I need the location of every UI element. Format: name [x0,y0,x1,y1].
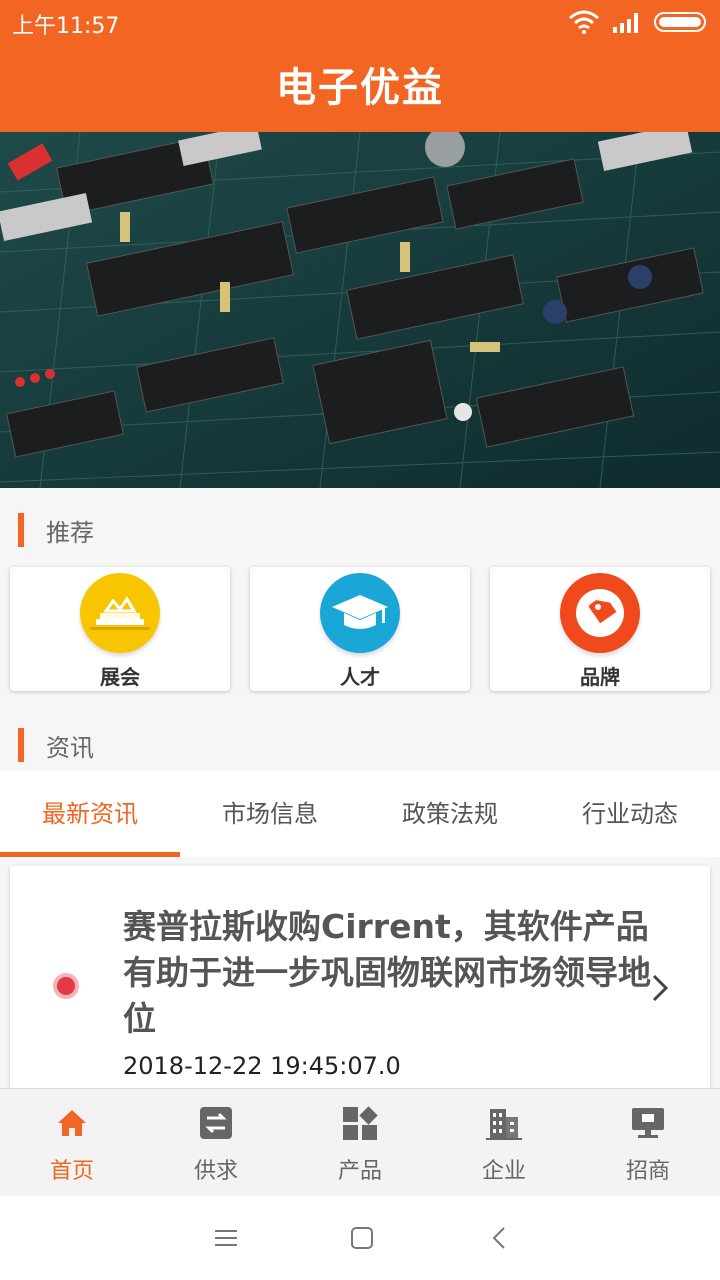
news-tabs: 最新资讯 市场信息 政策法规 行业动态 [0,771,720,857]
monitor-icon [632,1108,664,1138]
news-list-item[interactable]: 赛普拉斯收购Cirrent，其软件产品有助于进一步巩固物联网市场领导地位 201… [10,866,710,1096]
nav-investment-label: 招商 [625,1159,670,1184]
app-screen: 上午11:57 电子优益 推荐 展会 人才 品牌 资讯 最新资讯 市场信息 政策… [0,0,720,1280]
section-marker [18,728,24,762]
battery-icon [654,12,706,32]
bottom-nav: 首页 供求 产品 企业 招商 [0,1088,720,1196]
products-icon [343,1106,378,1140]
card-talent-label: 人才 [340,665,380,689]
tab-active-indicator [0,852,180,857]
chevron-right-icon [652,974,669,1002]
card-exhibition-label: 展会 [100,665,140,689]
section-news: 资讯 [0,712,720,772]
card-exhibition[interactable]: 展会 [10,567,230,691]
card-brand[interactable]: 品牌 [490,567,710,691]
app-title: 电子优益 [276,65,444,111]
news-time: 2018-12-22 19:45:07.0 [123,1052,401,1080]
nav-investment[interactable]: 招商 [576,1089,720,1197]
exhibition-icon [80,573,160,653]
tab-industry[interactable]: 行业动态 [540,771,720,857]
news-bullet-icon [53,973,79,999]
circuit-board-photo [0,132,720,488]
tag-icon [560,573,640,653]
signal-icon [613,13,638,33]
back-icon[interactable] [486,1224,514,1252]
banner-carousel[interactable] [0,132,720,488]
tab-latest[interactable]: 最新资讯 [0,771,180,857]
exchange-icon [200,1107,232,1139]
nav-home-label: 首页 [49,1159,94,1184]
status-time: 上午11:57 [12,14,120,39]
nav-company[interactable]: 企业 [432,1089,576,1197]
section-news-title: 资讯 [46,734,94,762]
news-headline: 赛普拉斯收购Cirrent，其软件产品有助于进一步巩固物联网市场领导地位 [123,907,651,1038]
home-square-icon[interactable] [348,1224,376,1252]
graduation-cap-icon [320,573,400,653]
system-nav-bar [0,1196,720,1280]
status-icons [568,10,708,34]
nav-products-label: 产品 [337,1159,382,1184]
nav-home[interactable]: 首页 [0,1089,144,1197]
building-icon [486,1109,522,1140]
section-recommend-title: 推荐 [46,519,94,547]
tab-policy[interactable]: 政策法规 [360,771,540,857]
wifi-icon [569,10,599,34]
home-icon [58,1110,86,1136]
menu-icon[interactable] [212,1224,240,1252]
app-header: 电子优益 [0,44,720,132]
card-brand-label: 品牌 [580,665,620,689]
nav-supply-label: 供求 [193,1159,238,1184]
section-recommend: 推荐 [0,497,720,557]
nav-supply[interactable]: 供求 [144,1089,288,1197]
nav-company-label: 企业 [481,1159,526,1184]
recommend-cards: 展会 人才 品牌 [10,567,710,691]
card-talent[interactable]: 人才 [250,567,470,691]
status-bar: 上午11:57 [0,0,720,44]
nav-products[interactable]: 产品 [288,1089,432,1197]
tab-market[interactable]: 市场信息 [180,771,360,857]
section-marker [18,513,24,547]
